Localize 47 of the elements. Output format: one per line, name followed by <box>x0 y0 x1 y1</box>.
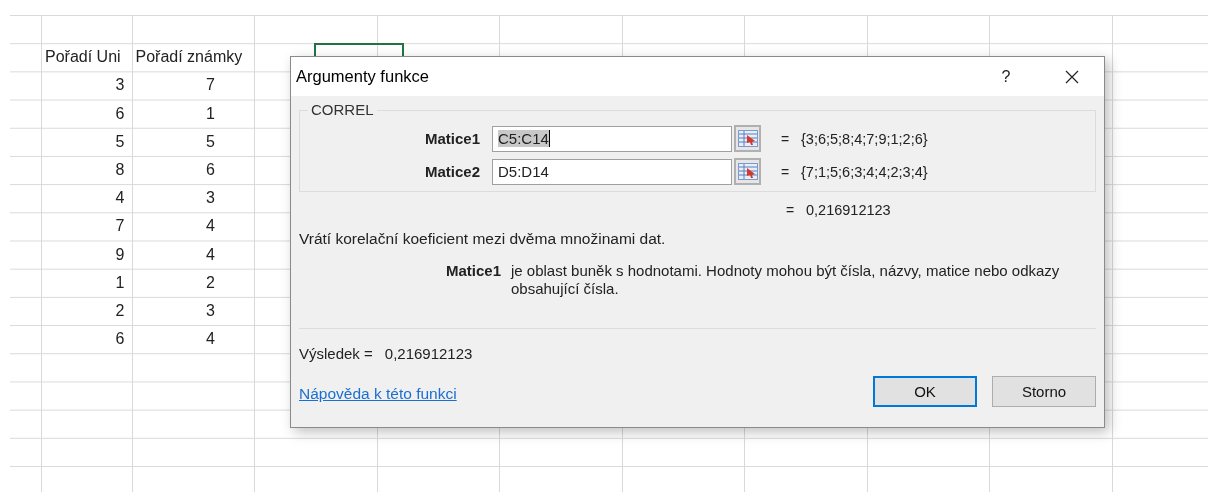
table-cell-text: 7 <box>114 216 126 237</box>
table-cell-text: 9 <box>114 244 126 265</box>
table-cell-text: 1 <box>205 103 216 124</box>
table-cell-text: 3 <box>205 188 216 209</box>
table-cell-text: 1 <box>114 272 126 293</box>
table-cell-text: 2 <box>114 300 126 321</box>
help-button[interactable]: ? <box>986 60 1026 93</box>
table-cell-text: 2 <box>205 272 216 293</box>
close-icon <box>1065 69 1079 84</box>
help-link[interactable]: Nápověda k této funkci <box>299 385 858 407</box>
argument-value: {7;1;5;6;3;4;4;2;3;4} <box>801 163 928 180</box>
equals-sign: = <box>781 163 791 180</box>
argument-label: Matice1 <box>423 130 481 147</box>
table-cell-text: 4 <box>205 244 216 265</box>
table-cell-text: 4 <box>114 188 126 209</box>
table-cell-text: 4 <box>205 329 216 350</box>
column-header: Pořadí Uni <box>45 48 121 67</box>
range-picker-icon <box>737 130 758 147</box>
table-cell-text: 6 <box>205 160 216 181</box>
argument-label: Matice2 <box>423 163 481 180</box>
table-cell-text: 6 <box>114 103 126 124</box>
input-field[interactable]: D5:D14 <box>492 158 732 185</box>
table-cell-text: 5 <box>205 131 216 152</box>
function-description: Vrátí korelační koeficient mezi dvěma množinami dat. <box>299 230 667 248</box>
table-cell-text: 7 <box>205 75 216 96</box>
table-cell-text: 8 <box>114 160 126 181</box>
table-cell-text: 3 <box>205 300 216 321</box>
ok-button[interactable]: OK <box>873 376 977 407</box>
range-picker-button[interactable] <box>734 125 761 152</box>
window-title: Argumenty funkce <box>296 67 430 86</box>
cancel-button[interactable]: Storno <box>992 376 1096 407</box>
table-cell-text: 6 <box>114 329 126 350</box>
range-picker-button[interactable] <box>734 158 761 185</box>
table-cell-text: 3 <box>114 75 126 96</box>
formula-result: 0,216912123 <box>806 202 891 218</box>
input-field[interactable]: C5:C14 <box>492 125 732 152</box>
result-label: Výsledek = <box>299 345 373 362</box>
column-header: Pořadí známky <box>135 48 243 67</box>
range-picker-icon <box>737 163 758 180</box>
argument-description: je oblast buněk s hodnotami. Hodnoty mohou být čísla, názvy, matice nebo odkazy obsahující čísla. <box>511 262 1061 298</box>
argument-name: Matice1 <box>444 262 502 281</box>
result-value: 0,216912123 <box>384 345 473 362</box>
equals-sign: = <box>786 202 796 218</box>
table-cell-text: 5 <box>114 131 126 152</box>
argument-value: {3;6;5;8;4;7;9;1;2;6} <box>801 130 928 147</box>
equals-sign: = <box>781 130 791 147</box>
table-cell-text: 4 <box>205 216 216 237</box>
